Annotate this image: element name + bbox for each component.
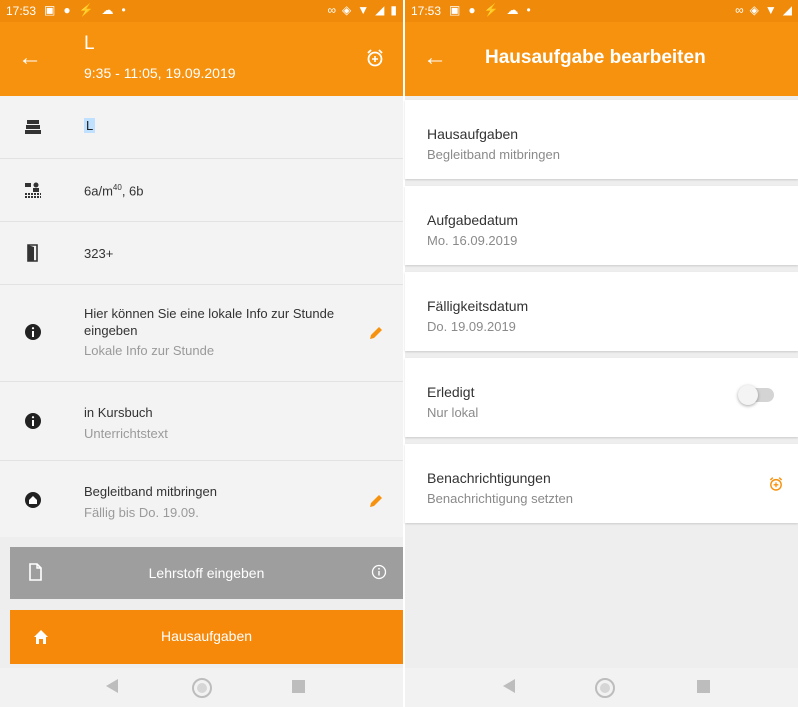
app-bar: ← Hausaufgabe bearbeiten [405,22,798,96]
dot-icon: • [526,3,531,17]
status-time: 17:53 [6,4,37,18]
local-info-subtext: Lokale Info zur Stunde [84,343,215,358]
lesson-time: 9:35 - 11:05, 19.09.2019 [84,65,236,81]
flash-icon: ⚡ [483,3,499,17]
edit-pencil-icon[interactable] [367,492,385,510]
home-icon [25,492,41,508]
back-arrow-icon[interactable]: ← [423,46,447,70]
notifications-label: Benachrichtigungen [427,470,551,486]
edit-homework-screen: 17:53 ▣ ● ⚡ ☁ • ∞ ◈ ▼ ◢ ← Hausaufgabe be… [405,0,798,707]
vibrate-icon: ◈ [749,3,759,17]
notifications-field[interactable]: Benachrichtigungen Benachrichtigung setz… [405,444,798,523]
homework-button[interactable]: Hausaufgaben [10,610,403,664]
class-sup: 40 [112,183,122,192]
room-text: 323+ [84,246,114,261]
status-bar: 17:53 ▣ ● ⚡ ☁ • ∞ ◈ ▼ ◢ [405,0,798,22]
cloud-icon: ☁ [506,3,519,17]
lesson-title: L [84,33,95,54]
homework-text: Begleitband mitbringen [84,484,217,499]
done-label: Erledigt [427,384,475,400]
lesson-details-list: L 6a/m40, 6b 323+ Hier können Sie eine l… [0,96,403,537]
info-icon [25,413,41,429]
back-arrow-icon[interactable]: ← [18,46,42,70]
local-info-text: Hier können Sie eine lokale Info zur Stu… [84,306,335,338]
notification-icons: ▣ ● ⚡ ☁ • [449,3,531,17]
books-icon [25,120,41,134]
app-bar: ← L 9:35 - 11:05, 19.09.2019 [0,22,403,96]
system-nav-bar [405,668,798,707]
done-field[interactable]: Erledigt Nur lokal [405,358,798,437]
toggle-knob [738,385,758,405]
circle-icon: ● [468,3,476,17]
vibrate-icon: ◈ [342,3,352,17]
battery-icon: ▮ [390,3,397,17]
notification-icons: ▣ ● ⚡ ☁ • [44,3,126,17]
nav-recents-icon[interactable] [697,680,710,693]
subject-text: L [84,118,96,133]
homework-field-value: Begleitband mitbringen [427,147,560,162]
class-group-icon [25,182,41,198]
dot-icon: • [121,3,126,17]
homework-due: Fällig bis Do. 19.09. [84,505,199,520]
wifi-icon: ▼ [357,3,370,17]
info-outline-icon[interactable] [371,564,387,580]
class-row[interactable]: 6a/m40, 6b [0,159,403,222]
due-date-field[interactable]: Fälligkeitsdatum Do. 19.09.2019 [405,272,798,351]
nav-home-icon[interactable] [595,678,615,698]
system-icons: ∞ ◈ ▼ ◢ [735,3,792,17]
gallery-icon: ▣ [44,3,56,17]
edit-pencil-icon[interactable] [367,324,385,342]
system-nav-bar [0,668,403,707]
status-bar: 17:53 ▣ ● ⚡ ☁ • ∞ ◈ ▼ ◢ ▮ [0,0,403,22]
enter-lesson-content-button[interactable]: Lehrstoff eingeben [10,547,403,599]
class-text: 6a/m [84,183,113,199]
notifications-value: Benachrichtigung setzten [427,491,573,506]
class-suffix: , 6b [121,183,144,199]
assignment-date-value: Mo. 16.09.2019 [427,233,518,248]
enter-lesson-content-label: Lehrstoff eingeben [148,565,265,581]
subject-row[interactable]: L [0,96,403,159]
nav-back-icon[interactable] [106,679,118,693]
course-book-text: in Kursbuch [84,405,153,420]
flash-icon: ⚡ [78,3,94,17]
link-icon: ∞ [735,3,744,17]
local-info-row[interactable]: Hier können Sie eine lokale Info zur Stu… [0,285,403,382]
homework-field[interactable]: Hausaufgaben Begleitband mitbringen [405,100,798,179]
gallery-icon: ▣ [449,3,461,17]
signal-icon: ◢ [782,3,792,17]
nav-back-icon[interactable] [503,679,515,693]
link-icon: ∞ [327,3,337,17]
page-title: Hausaufgabe bearbeiten [485,47,706,68]
info-icon [25,324,41,340]
status-time: 17:53 [411,4,442,18]
alarm-add-icon[interactable] [768,476,784,492]
due-date-value: Do. 19.09.2019 [427,319,516,334]
assignment-date-label: Aufgabedatum [427,212,519,228]
nav-recents-icon[interactable] [292,680,305,693]
circle-icon: ● [63,3,71,17]
signal-icon: ◢ [375,3,385,17]
lesson-screen: 17:53 ▣ ● ⚡ ☁ • ∞ ◈ ▼ ◢ ▮ ← L 9:35 - 11:… [0,0,403,707]
done-value: Nur lokal [427,405,479,420]
system-icons: ∞ ◈ ▼ ◢ ▮ [327,3,397,17]
homework-button-label: Hausaufgaben [160,628,253,644]
door-icon [27,244,38,262]
homework-row[interactable]: Begleitband mitbringen Fällig bis Do. 19… [0,461,403,537]
wifi-icon: ▼ [764,3,777,17]
due-date-label: Fälligkeitsdatum [427,298,529,314]
course-book-subtext: Unterrichtstext [84,426,168,441]
alarm-add-icon[interactable] [365,48,385,68]
course-book-row[interactable]: in Kursbuch Unterrichtstext [0,382,403,461]
nav-home-icon[interactable] [192,678,212,698]
cloud-icon: ☁ [101,3,114,17]
assignment-date-field[interactable]: Aufgabedatum Mo. 16.09.2019 [405,186,798,265]
done-toggle[interactable] [738,385,774,405]
homework-field-label: Hausaufgaben [427,126,519,142]
room-row[interactable]: 323+ [0,222,403,285]
